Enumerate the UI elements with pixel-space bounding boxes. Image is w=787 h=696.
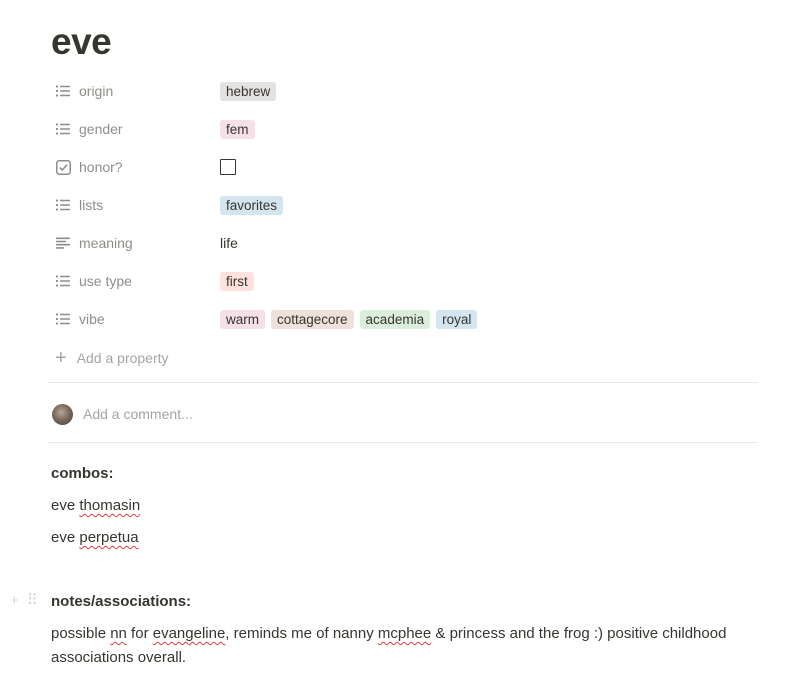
combo-second: perpetua bbox=[79, 529, 139, 546]
tag[interactable]: warm bbox=[220, 309, 265, 329]
tag[interactable]: hebrew bbox=[220, 81, 277, 101]
avatar bbox=[52, 403, 73, 425]
text-run: , reminds me of nanny bbox=[225, 625, 378, 642]
property-row-use-type[interactable]: use type first bbox=[48, 266, 758, 296]
comment-row[interactable]: Add a comment... bbox=[52, 403, 193, 425]
comment-input[interactable]: Add a comment... bbox=[83, 406, 193, 422]
property-row-honor[interactable]: honor? bbox=[48, 152, 758, 182]
property-name[interactable]: use type bbox=[48, 266, 220, 296]
property-row-origin[interactable]: origin hebrew bbox=[48, 76, 758, 106]
tag[interactable]: favorites bbox=[220, 195, 284, 215]
property-name[interactable]: honor? bbox=[48, 152, 220, 182]
property-row-meaning[interactable]: meaning life bbox=[48, 228, 758, 258]
divider bbox=[48, 442, 758, 443]
list-icon bbox=[55, 121, 71, 137]
misspelled-word: mcphee bbox=[377, 625, 432, 642]
page-title[interactable]: eve bbox=[51, 20, 112, 64]
combo-line[interactable]: eve perpetua bbox=[51, 526, 139, 550]
list-icon bbox=[55, 197, 71, 213]
property-label: origin bbox=[79, 83, 114, 99]
property-label: vibe bbox=[79, 311, 105, 327]
list-icon bbox=[55, 83, 71, 99]
tag[interactable]: first bbox=[220, 271, 254, 291]
combo-line[interactable]: eve thomasin bbox=[51, 494, 140, 518]
property-value[interactable]: warm cottagecore academia royal bbox=[220, 309, 478, 329]
list-icon bbox=[55, 311, 71, 327]
tag[interactable]: fem bbox=[220, 119, 255, 139]
list-icon bbox=[55, 273, 71, 289]
property-name[interactable]: lists bbox=[48, 190, 220, 220]
property-value[interactable]: life bbox=[220, 235, 238, 251]
combo-second: thomasin bbox=[79, 497, 141, 514]
tag[interactable]: royal bbox=[436, 309, 478, 329]
property-row-lists[interactable]: lists favorites bbox=[48, 190, 758, 220]
combo-first: eve bbox=[51, 497, 76, 514]
property-value[interactable]: first bbox=[220, 271, 254, 291]
property-row-gender[interactable]: gender fem bbox=[48, 114, 758, 144]
combos-heading[interactable]: combos: bbox=[51, 462, 114, 486]
property-row-vibe[interactable]: vibe warm cottagecore academia royal bbox=[48, 304, 758, 334]
plus-icon: + bbox=[55, 347, 67, 369]
combo-first: eve bbox=[51, 529, 76, 546]
notes-heading[interactable]: notes/associations: bbox=[51, 590, 191, 614]
tag[interactable]: academia bbox=[359, 309, 431, 329]
property-label: lists bbox=[79, 197, 104, 213]
property-name[interactable]: vibe bbox=[48, 304, 220, 334]
property-name[interactable]: meaning bbox=[48, 228, 220, 258]
text-run: for bbox=[126, 625, 153, 642]
property-value[interactable]: fem bbox=[220, 119, 255, 139]
add-block-icon[interactable]: + bbox=[10, 592, 19, 609]
divider bbox=[48, 382, 758, 383]
add-property-button[interactable]: + Add a property bbox=[55, 346, 169, 370]
property-value[interactable]: hebrew bbox=[220, 81, 277, 101]
misspelled-word: nn bbox=[110, 625, 127, 642]
text-run: possible bbox=[51, 625, 111, 642]
misspelled-word: evangeline bbox=[152, 625, 226, 642]
tag[interactable]: cottagecore bbox=[271, 309, 354, 329]
drag-handle-icon[interactable]: ⠿ bbox=[27, 591, 38, 609]
honor-checkbox[interactable] bbox=[220, 159, 236, 175]
checkbox-icon bbox=[55, 159, 71, 175]
property-label: gender bbox=[79, 121, 123, 137]
property-value[interactable] bbox=[220, 159, 236, 175]
text-icon bbox=[55, 235, 71, 251]
property-name[interactable]: origin bbox=[48, 76, 220, 106]
block-handle[interactable]: + ⠿ bbox=[10, 591, 38, 610]
add-property-label: Add a property bbox=[76, 350, 169, 366]
property-label: honor? bbox=[79, 159, 123, 175]
property-text-value[interactable]: life bbox=[220, 235, 238, 251]
property-label: use type bbox=[79, 273, 132, 289]
property-label: meaning bbox=[79, 235, 133, 251]
property-value[interactable]: favorites bbox=[220, 195, 284, 215]
notes-paragraph[interactable]: possible nn for evangeline, reminds me o… bbox=[51, 622, 741, 670]
property-name[interactable]: gender bbox=[48, 114, 220, 144]
